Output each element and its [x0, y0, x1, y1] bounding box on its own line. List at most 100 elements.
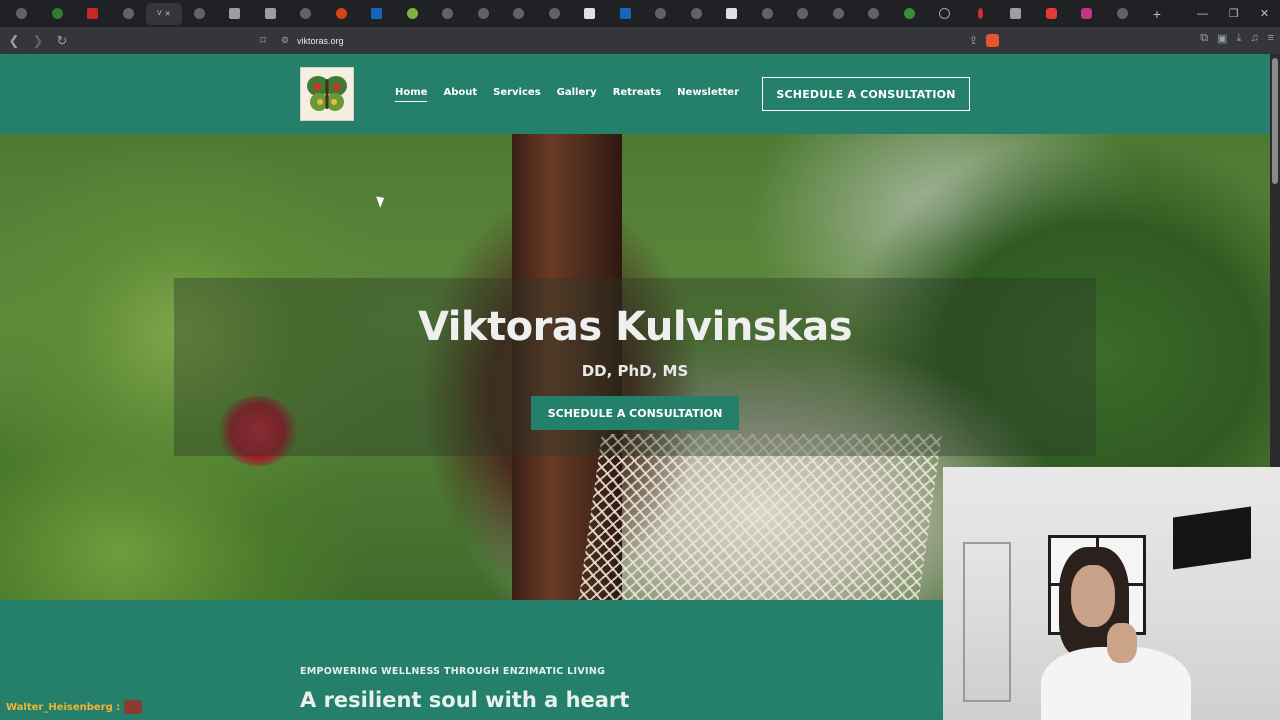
browser-tab[interactable] — [1034, 3, 1070, 25]
nav-newsletter[interactable]: Newsletter — [677, 87, 739, 102]
tab-favicon-icon — [977, 8, 983, 19]
close-window-button[interactable]: ✕ — [1249, 0, 1280, 27]
tab-favicon-icon — [619, 8, 631, 19]
download-icon[interactable]: ⤓ — [1236, 32, 1241, 45]
site-info-icon[interactable]: ⚙ — [277, 35, 293, 46]
browser-tab[interactable] — [714, 3, 750, 25]
hammock-decoration — [578, 434, 942, 600]
tab-favicon-icon — [300, 8, 312, 19]
browser-tab[interactable] — [288, 3, 324, 25]
browser-tab[interactable] — [4, 3, 40, 25]
browser-tab[interactable] — [1069, 3, 1105, 25]
browser-tab[interactable] — [998, 3, 1034, 25]
forward-button[interactable]: ❯ — [28, 31, 48, 51]
extensions-icon[interactable]: ⧉ — [1200, 32, 1208, 45]
tab-favicon-icon — [1010, 8, 1022, 19]
streamer-face — [1071, 565, 1115, 627]
nav-services[interactable]: Services — [493, 87, 541, 102]
section-eyebrow: EMPOWERING WELLNESS THROUGH ENZIMATIC LI… — [300, 666, 606, 677]
back-button[interactable]: ❮ — [4, 31, 24, 51]
section-heading: A resilient soul with a heart — [300, 688, 630, 712]
url-text[interactable]: viktoras.org — [297, 36, 344, 46]
tab-favicon-icon — [335, 8, 347, 19]
tab-favicon-icon — [477, 8, 489, 19]
browser-tab[interactable] — [359, 3, 395, 25]
browser-tab[interactable] — [1105, 3, 1141, 25]
nav-gallery[interactable]: Gallery — [557, 87, 597, 102]
scrollbar-thumb[interactable] — [1272, 58, 1278, 184]
browser-tab[interactable] — [927, 3, 963, 25]
share-icon[interactable]: ⇪ — [969, 34, 978, 47]
tab-close-icon[interactable]: ✕ — [165, 10, 171, 18]
minimize-button[interactable]: — — [1187, 0, 1218, 27]
browser-tab[interactable] — [785, 3, 821, 25]
media-icon[interactable]: ♫ — [1250, 32, 1258, 45]
browser-tab[interactable] — [643, 3, 679, 25]
tab-favicon-icon — [51, 8, 63, 19]
browser-tab[interactable] — [892, 3, 928, 25]
hero-subtitle: DD, PhD, MS — [581, 362, 689, 380]
nav-about[interactable]: About — [443, 87, 477, 102]
chat-username: Walter_Heisenberg : — [6, 701, 121, 713]
tab-favicon-icon — [193, 8, 205, 19]
browser-tab[interactable] — [182, 3, 218, 25]
browser-tab-active[interactable]: V ✕ — [146, 2, 182, 25]
tab-favicon-icon — [548, 8, 560, 19]
menu-icon[interactable]: ≡ — [1268, 32, 1274, 45]
browser-toolbar: ❮ ❯ ↻ ⌑ ⚙ viktoras.org ⇪ ⧉ ▣ ⤓ ♫ ≡ — [0, 27, 1280, 54]
streamer — [1041, 547, 1191, 720]
tab-favicon-icon — [442, 8, 454, 19]
browser-tab[interactable] — [821, 3, 857, 25]
browser-tab[interactable] — [572, 3, 608, 25]
browser-tab[interactable] — [750, 3, 786, 25]
browser-tab[interactable] — [395, 3, 431, 25]
browser-tab[interactable] — [430, 3, 466, 25]
brave-shield-icon[interactable] — [986, 34, 999, 47]
tab-favicon-icon — [761, 8, 773, 19]
nav-retreats[interactable]: Retreats — [613, 87, 661, 102]
tab-favicon-icon — [264, 8, 276, 19]
tab-favicon-icon — [1081, 8, 1093, 19]
sidebar-icon[interactable]: ▣ — [1217, 32, 1227, 45]
chat-emote-icon — [124, 700, 143, 714]
new-tab-button[interactable]: + — [1146, 3, 1168, 25]
bookmark-icon[interactable]: ⌑ — [255, 34, 271, 47]
streamer-hand — [1107, 623, 1137, 663]
butterfly-logo[interactable] — [300, 67, 354, 121]
tab-favicon-icon: V — [156, 10, 162, 17]
tab-favicon-icon — [832, 8, 844, 19]
browser-tab[interactable] — [75, 3, 111, 25]
tab-favicon-icon — [939, 8, 951, 19]
webcam-overlay — [943, 467, 1280, 720]
browser-tab[interactable] — [217, 3, 253, 25]
header-schedule-consultation-button[interactable]: SCHEDULE A CONSULTATION — [762, 77, 970, 111]
browser-tab[interactable] — [253, 3, 289, 25]
webcam-shelf — [963, 542, 1011, 702]
browser-tab[interactable] — [466, 3, 502, 25]
browser-tools: ⧉ ▣ ⤓ ♫ ≡ — [1200, 32, 1274, 45]
reload-button[interactable]: ↻ — [52, 31, 72, 51]
browser-tab[interactable] — [679, 3, 715, 25]
browser-tab[interactable] — [963, 3, 999, 25]
browser-tab[interactable] — [856, 3, 892, 25]
browser-tab[interactable] — [324, 3, 360, 25]
tab-favicon-icon — [868, 8, 880, 19]
browser-tab[interactable] — [608, 3, 644, 25]
tab-favicon-icon — [229, 8, 241, 19]
tab-favicon-icon — [513, 8, 525, 19]
tab-favicon-icon — [1116, 8, 1128, 19]
tab-favicon-icon — [406, 8, 418, 19]
restore-button[interactable]: ❐ — [1218, 0, 1249, 27]
browser-tab-strip: V ✕ + — [0, 0, 1280, 27]
browser-tab[interactable] — [537, 3, 573, 25]
site-header: Home About Services Gallery Retreats New… — [0, 54, 1270, 134]
nav-home[interactable]: Home — [395, 87, 428, 102]
address-bar[interactable]: ⌑ ⚙ viktoras.org ⇪ — [255, 30, 1005, 51]
hero-schedule-consultation-button[interactable]: SCHEDULE A CONSULTATION — [531, 396, 739, 430]
tab-favicon-icon — [122, 8, 134, 19]
tab-favicon-icon — [690, 8, 702, 19]
browser-tab[interactable] — [501, 3, 537, 25]
butterfly-icon — [307, 76, 347, 111]
browser-tab[interactable] — [40, 3, 76, 25]
browser-tab[interactable] — [111, 3, 147, 25]
